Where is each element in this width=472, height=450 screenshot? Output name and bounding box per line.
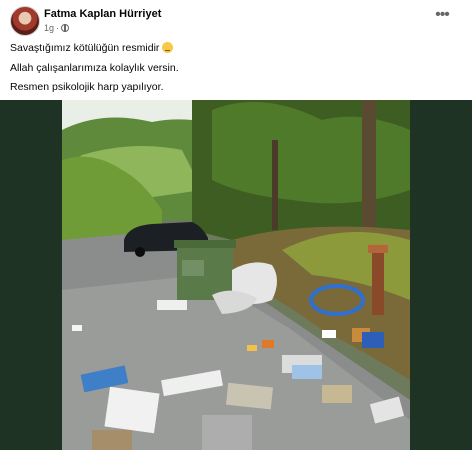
post-text-line-3: Resmen psikolojik harp yapılıyor. xyxy=(10,81,164,93)
post-text-line-1-text: Savaştığımız kötülüğün resmidir xyxy=(10,42,160,54)
post-text-line-1: Savaştığımız kötülüğün resmidir xyxy=(10,42,460,62)
post-photo[interactable] xyxy=(62,100,410,450)
post-header: Fatma Kaplan Hürriyet 1g · ••• xyxy=(10,6,462,36)
avatar[interactable] xyxy=(10,6,40,36)
more-options-button[interactable]: ••• xyxy=(432,7,452,26)
author-name[interactable]: Fatma Kaplan Hürriyet xyxy=(44,8,161,20)
post-text: Savaştığımız kötülüğün resmidir Allah ça… xyxy=(10,42,460,101)
thinking-face-emoji-icon xyxy=(162,42,174,53)
post-meta: 1g · xyxy=(44,23,70,33)
globe-icon[interactable] xyxy=(61,24,70,32)
more-options-icon: ••• xyxy=(435,6,450,23)
meta-separator: · xyxy=(56,23,60,33)
roadside-garbage-illustration xyxy=(62,100,410,450)
post-card: Fatma Kaplan Hürriyet 1g · ••• Savaştığım… xyxy=(0,0,472,100)
post-time[interactable]: 1g xyxy=(44,23,54,33)
post-text-line-2: Allah çalışanlarımıza kolaylık versin. xyxy=(10,61,179,74)
